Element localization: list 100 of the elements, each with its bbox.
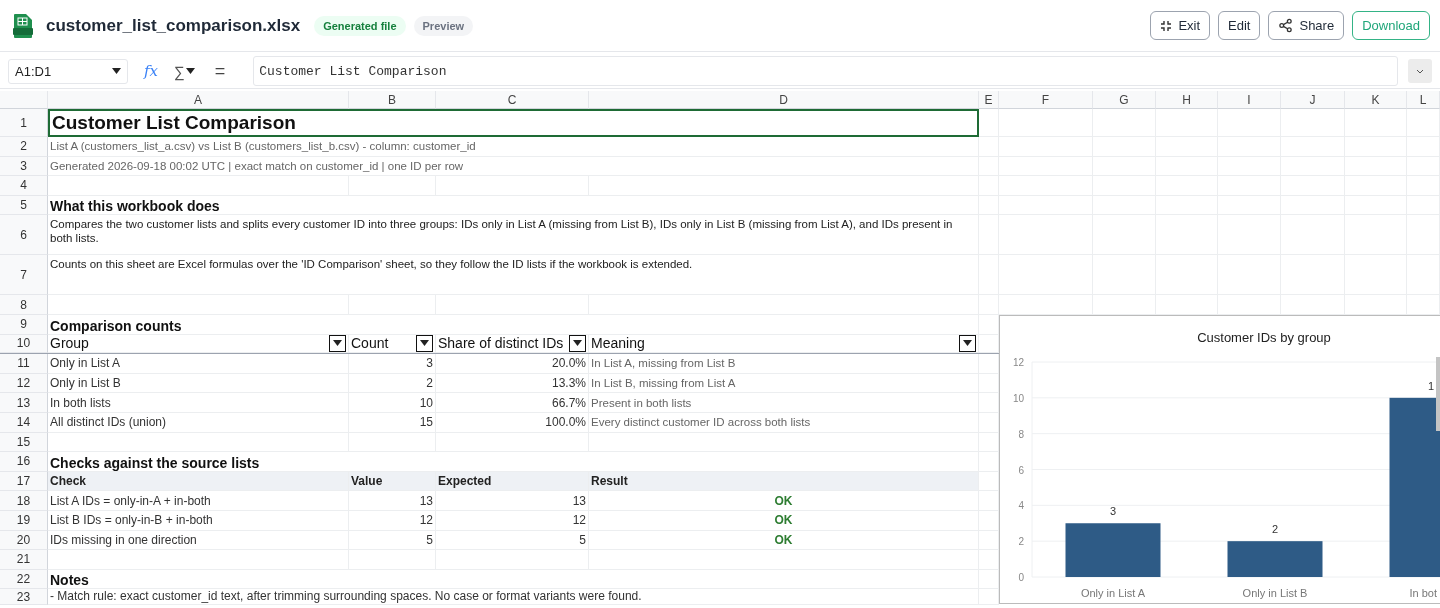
value-label: 3	[1109, 505, 1117, 518]
row-number[interactable]: 19	[0, 510, 48, 531]
toolbar-button[interactable]: Share	[1268, 11, 1345, 40]
column-header[interactable]: A	[48, 91, 349, 109]
table-cell: 100.0%	[436, 412, 589, 433]
value-label: 1	[1428, 379, 1435, 392]
table-cell: Counts on this sheet are Excel formulas over the 'ID Comparison' sheet, so they follow the ID lists if the workbook is extended.	[48, 255, 979, 296]
column-header[interactable]: E	[979, 91, 999, 109]
category-label: Only in List A	[1080, 587, 1146, 599]
row-number[interactable]: 9	[0, 314, 48, 335]
column-header[interactable]: J	[1281, 91, 1345, 109]
y-tick-label: 6	[1018, 464, 1024, 476]
table-cell: Every distinct customer ID across both lists	[589, 412, 979, 433]
column-title: Share of distinct IDs	[438, 335, 564, 352]
column-title: Meaning	[591, 335, 645, 352]
toolbar-button[interactable]: Exit	[1150, 11, 1211, 40]
category-label: Only in List B	[1242, 587, 1308, 599]
formula-field[interactable]: Customer List Comparison	[253, 56, 1398, 86]
file-badge: Preview	[413, 15, 474, 36]
row-number[interactable]: 13	[0, 393, 48, 413]
table-cell: 2	[349, 373, 436, 394]
row-number[interactable]: 2	[0, 137, 48, 157]
table-cell: Value	[349, 471, 436, 492]
table-cell: All distinct IDs (union)	[48, 412, 349, 433]
row-number[interactable]: 20	[0, 530, 48, 551]
table-cell: Present in both lists	[589, 393, 979, 413]
table-cell: 20.0%	[436, 354, 589, 374]
table-cell: Check	[48, 471, 349, 492]
table-cell: Only in List A	[48, 354, 349, 374]
row-number[interactable]: 1	[0, 109, 48, 137]
file-badge: Generated file	[314, 15, 406, 36]
column-header[interactable]: H	[1156, 91, 1218, 109]
table-cell: List A (customers_list_a.csv) vs List B (customers_list_b.csv) - column: customer_id	[48, 137, 979, 157]
column-header[interactable]: L	[1407, 91, 1440, 109]
table-cell: Notes	[48, 569, 979, 590]
column-header[interactable]: G	[1093, 91, 1156, 109]
table-cell: In List A, missing from List B	[589, 354, 979, 374]
row-number[interactable]: 15	[0, 432, 48, 453]
column-header[interactable]: C	[436, 91, 589, 109]
row-number[interactable]: 6	[0, 215, 48, 256]
row-number[interactable]: 12	[0, 373, 48, 394]
table-cell: 13	[436, 491, 589, 511]
row-number[interactable]: 14	[0, 412, 48, 433]
row-number[interactable]: 4	[0, 176, 48, 196]
row-number[interactable]: 5	[0, 195, 48, 216]
table-cell: 3	[349, 354, 436, 374]
table-cell: OK	[589, 510, 979, 531]
row-number[interactable]: 18	[0, 491, 48, 511]
y-tick-label: 12	[1012, 357, 1024, 368]
column-header[interactable]: K	[1345, 91, 1407, 109]
table-cell: OK	[589, 530, 979, 551]
row-number[interactable]: 21	[0, 550, 48, 570]
table-cell: Customer List Comparison	[48, 109, 979, 137]
y-tick-label: 10	[1012, 392, 1024, 404]
y-tick-label: 2	[1018, 536, 1024, 548]
table-cell: Only in List B	[48, 373, 349, 394]
table-cell: Generated 2026-09-18 00:02 UTC | exact match on customer_id | one ID per row	[48, 156, 979, 177]
table-cell: OK	[589, 491, 979, 511]
row-number[interactable]: 8	[0, 295, 48, 315]
column-header[interactable]: I	[1218, 91, 1281, 109]
row-number[interactable]: 3	[0, 156, 48, 177]
y-tick-label: 0	[1018, 572, 1024, 583]
column-header[interactable]: B	[349, 91, 436, 109]
row-number[interactable]: 11	[0, 354, 48, 374]
table-cell: 13.3%	[436, 373, 589, 394]
table-cell: 10	[349, 393, 436, 413]
table-cell: 5	[349, 530, 436, 551]
row-number[interactable]: 22	[0, 569, 48, 590]
function-button[interactable]: fx	[144, 62, 158, 80]
table-cell: 66.7%	[436, 393, 589, 413]
table-cell: - Match rule: exact customer_id text, after trimming surrounding spaces. No case or format variants were found.	[48, 589, 979, 606]
table-cell: 5	[436, 530, 589, 551]
row-number[interactable]: 23	[0, 589, 48, 606]
row-number[interactable]: 7	[0, 255, 48, 296]
table-cell: 15	[349, 412, 436, 433]
table-cell: 13	[349, 491, 436, 511]
row-number[interactable]: 17	[0, 471, 48, 492]
sum-button[interactable]: ∑	[174, 62, 195, 80]
value-label: 2	[1271, 523, 1279, 536]
table-cell: List B IDs = only-in-B + in-both	[48, 510, 349, 531]
category-label: In bot	[1409, 587, 1438, 599]
table-cell: What this workbook does	[48, 195, 979, 216]
equals-button[interactable]: =	[214, 60, 226, 82]
column-header[interactable]: D	[589, 91, 979, 109]
table-cell: Result	[589, 471, 979, 492]
column-title: Count	[351, 335, 389, 352]
y-tick-label: 4	[1018, 500, 1024, 512]
row-number[interactable]: 16	[0, 452, 48, 472]
table-cell: In both lists	[48, 393, 349, 413]
table-cell: In List B, missing from List A	[589, 373, 979, 394]
table-cell: IDs missing in one direction	[48, 530, 349, 551]
y-tick-label: 8	[1018, 428, 1024, 440]
name-box[interactable]: A1:D1	[8, 58, 128, 84]
column-title: Group	[50, 335, 89, 352]
chart-title: Customer IDs by group	[1197, 330, 1331, 345]
table-cell: 12	[349, 510, 436, 531]
toolbar-button[interactable]: Edit	[1218, 11, 1261, 40]
file-name: customer_list_comparison.xlsx	[46, 15, 301, 36]
table-cell: Expected	[436, 471, 589, 492]
column-header[interactable]: F	[999, 91, 1093, 109]
